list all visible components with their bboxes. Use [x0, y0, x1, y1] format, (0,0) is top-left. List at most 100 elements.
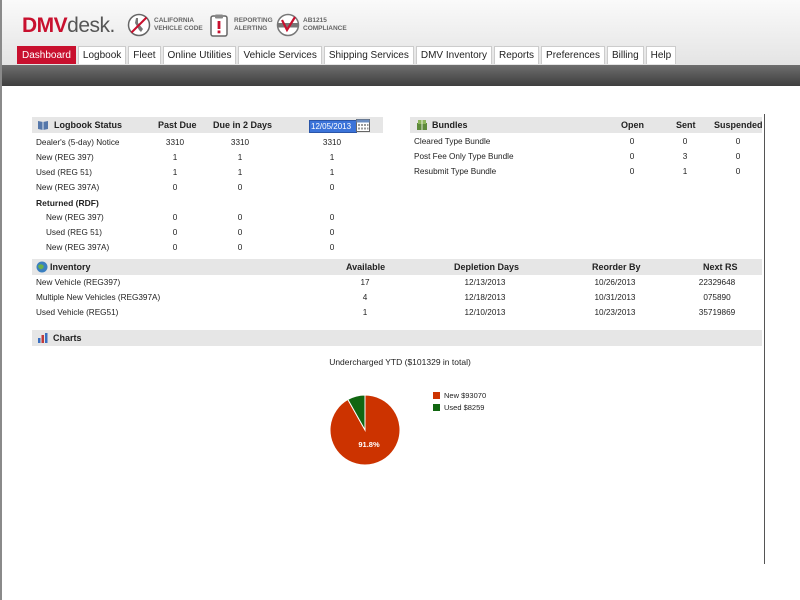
logbook-due2-value: 3310 [230, 138, 250, 147]
tab-dashboard[interactable]: Dashboard [17, 46, 76, 64]
tab-preferences[interactable]: Preferences [541, 46, 605, 64]
legend-label: Used $8259 [444, 403, 485, 412]
calendar-icon[interactable] [356, 118, 370, 132]
inventory-title: Inventory [50, 262, 91, 272]
logbook-due2-value: 1 [237, 168, 243, 177]
tab-fleet[interactable]: Fleet [128, 46, 161, 64]
tab-logbook[interactable]: Logbook [77, 46, 127, 64]
logbook-row-label: Dealer's (5-day) Notice [36, 138, 120, 147]
bundle-suspended-value: 0 [735, 167, 741, 176]
logbook-status-title: Logbook Status [54, 120, 122, 130]
logbook-date-value: 1 [329, 168, 335, 177]
inventory-next-rs-value: 075890 [703, 293, 731, 302]
app-window: DMVdesk. CALIFORNIA VEHICLE CODE REPORTI… [0, 0, 800, 600]
bundle-suspended-value: 0 [735, 152, 741, 161]
bundle-sent-value: 0 [682, 137, 688, 146]
logbook-row-label: Used (REG 51) [46, 228, 102, 237]
logbook-past-due-value: 1 [172, 168, 178, 177]
logbook-date-input[interactable]: 12/05/2013 [309, 120, 357, 133]
bundle-open-value: 0 [629, 167, 635, 176]
bundles-title: Bundles [432, 120, 468, 130]
bundle-row-label[interactable]: Cleared Type Bundle [414, 137, 490, 146]
window-edge [0, 0, 2, 600]
inventory-depletion-value: 12/13/2013 [464, 278, 506, 287]
logbook-row-label: Returned (RDF) [36, 198, 99, 208]
inventory-next-rs-value: 22329648 [698, 278, 736, 287]
nav-bar-strip [0, 65, 800, 86]
tab-billing[interactable]: Billing [606, 46, 644, 64]
inventory-next-rs-value: 35719869 [698, 308, 736, 317]
logbook-date-value: 3310 [322, 138, 342, 147]
bundles-header: Bundles Open Sent Suspended [410, 117, 763, 133]
compliance-seal-icon [276, 13, 300, 37]
tab-help[interactable]: Help [645, 46, 677, 64]
tab-online-utilities[interactable]: Online Utilities [162, 46, 237, 64]
chart-title: Undercharged YTD ($101329 in total) [329, 357, 471, 367]
bar-chart-icon [38, 333, 48, 343]
main-nav-tabs: Dashboard Logbook Fleet Online Utilities… [17, 46, 678, 65]
logbook-row-label: New (REG 397) [36, 153, 94, 162]
logbook-row-label: New (REG 397A) [36, 183, 100, 192]
logbook-row-label: New (REG 397A) [46, 243, 110, 252]
content-divider [764, 114, 765, 564]
bundle-open-value: 0 [629, 137, 635, 146]
inventory-globe-icon [36, 261, 48, 273]
col-next-rs: Next RS [703, 262, 738, 272]
logbook-date-value: 0 [329, 213, 335, 222]
bundle-sent-value: 3 [682, 152, 688, 161]
inventory-available-value: 1 [362, 308, 368, 317]
inventory-reorder-value: 10/31/2013 [594, 293, 636, 302]
col-reorder-by: Reorder By [592, 262, 641, 272]
undercharged-pie-chart: 91.8% [329, 394, 401, 466]
logbook-past-due-value: 0 [172, 213, 178, 222]
bundle-open-value: 0 [629, 152, 635, 161]
logbook-due2-value: 0 [237, 213, 243, 222]
dmvdesk-logo[interactable]: DMVdesk. [22, 14, 115, 38]
logbook-date-value: 0 [329, 243, 335, 252]
col-depletion-days: Depletion Days [454, 262, 520, 272]
logbook-past-due-value: 0 [172, 228, 178, 237]
col-suspended: Suspended [714, 120, 763, 130]
tab-dmv-inventory[interactable]: DMV Inventory [415, 46, 493, 64]
bundle-icon [417, 120, 427, 130]
logbook-past-due-value: 0 [172, 183, 178, 192]
logbook-row-label: Used (REG 51) [36, 168, 92, 177]
logbook-date-value: 0 [329, 228, 335, 237]
bundle-row-label[interactable]: Post Fee Only Type Bundle [414, 152, 514, 161]
legend-swatch [433, 392, 440, 399]
inventory-reorder-value: 10/23/2013 [594, 308, 636, 317]
badge-line2: ALERTING [234, 25, 268, 32]
pie-slice-label: 91.8% [358, 440, 380, 449]
header: DMVdesk. CALIFORNIA VEHICLE CODE REPORTI… [0, 0, 800, 65]
logbook-past-due-value: 1 [172, 153, 178, 162]
logbook-date-value: 0 [329, 183, 335, 192]
col-available: Available [346, 262, 386, 272]
logbook-due2-value: 0 [237, 243, 243, 252]
inventory-row-label: Used Vehicle (REG51) [36, 308, 119, 317]
inventory-reorder-value: 10/26/2013 [594, 278, 636, 287]
inventory-row-label: Multiple New Vehicles (REG397A) [36, 293, 161, 302]
badge-line2: VEHICLE CODE [154, 25, 203, 32]
logbook-row-label: New (REG 397) [46, 213, 104, 222]
tab-shipping-services[interactable]: Shipping Services [323, 46, 414, 64]
col-sent: Sent [676, 120, 696, 130]
bundle-row-label[interactable]: Resubmit Type Bundle [414, 167, 496, 176]
inventory-available-value: 17 [360, 278, 370, 287]
col-open: Open [621, 120, 645, 130]
tab-reports[interactable]: Reports [494, 46, 540, 64]
logbook-past-due-value: 3310 [165, 138, 185, 147]
book-icon [38, 121, 48, 130]
logbook-due2-value: 1 [237, 153, 243, 162]
california-icon [127, 13, 151, 37]
col-past-due: Past Due [158, 120, 197, 130]
tab-vehicle-services[interactable]: Vehicle Services [238, 46, 322, 64]
charts-header: Charts [32, 330, 762, 346]
inventory-depletion-value: 12/10/2013 [464, 308, 506, 317]
badge-line2: COMPLIANCE [303, 25, 347, 32]
logbook-due2-value: 0 [237, 183, 243, 192]
charts-title: Charts [53, 333, 82, 343]
col-due-in-2-days: Due in 2 Days [213, 120, 273, 130]
legend-swatch [433, 404, 440, 411]
bundle-sent-value: 1 [682, 167, 688, 176]
logo-dmv-text: DMV [22, 14, 68, 37]
